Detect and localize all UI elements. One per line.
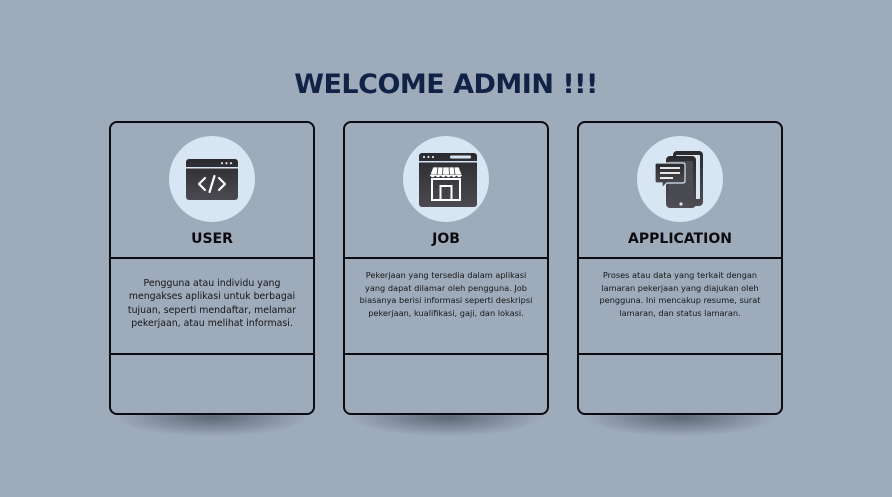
card-description-text: Pekerjaan yang tersedia dalam aplikasi y… — [359, 270, 533, 318]
card-title: USER — [191, 231, 233, 247]
icon-circle — [169, 136, 255, 222]
icon-circle — [637, 136, 723, 222]
user-card[interactable]: USER Pengguna atau individu yang mengaks… — [109, 121, 315, 415]
job-card[interactable]: JOB Pekerjaan yang tersedia dalam aplika… — [343, 121, 549, 415]
card-footer — [579, 355, 781, 413]
store-window-icon — [419, 153, 477, 207]
page-title: WELCOME ADMIN !!! — [294, 69, 598, 100]
code-window-icon — [186, 159, 238, 200]
card-title: APPLICATION — [628, 231, 732, 247]
card-title: JOB — [432, 231, 460, 247]
card-description: Pekerjaan yang tersedia dalam aplikasi y… — [345, 259, 547, 355]
card-description-text: Proses atau data yang terkait dengan lam… — [599, 270, 761, 318]
application-card[interactable]: APPLICATION Proses atau data yang terkai… — [577, 121, 783, 415]
card-description: Pengguna atau individu yang mengakses ap… — [111, 259, 313, 355]
card-header: APPLICATION — [579, 123, 781, 259]
card-footer — [345, 355, 547, 413]
card-footer — [111, 355, 313, 413]
icon-circle — [403, 136, 489, 222]
mobile-documents-icon — [654, 151, 703, 208]
card-header: JOB — [345, 123, 547, 259]
card-description-text: Pengguna atau individu yang mengakses ap… — [127, 278, 297, 330]
card-header: USER — [111, 123, 313, 259]
card-description: Proses atau data yang terkait dengan lam… — [579, 259, 781, 355]
